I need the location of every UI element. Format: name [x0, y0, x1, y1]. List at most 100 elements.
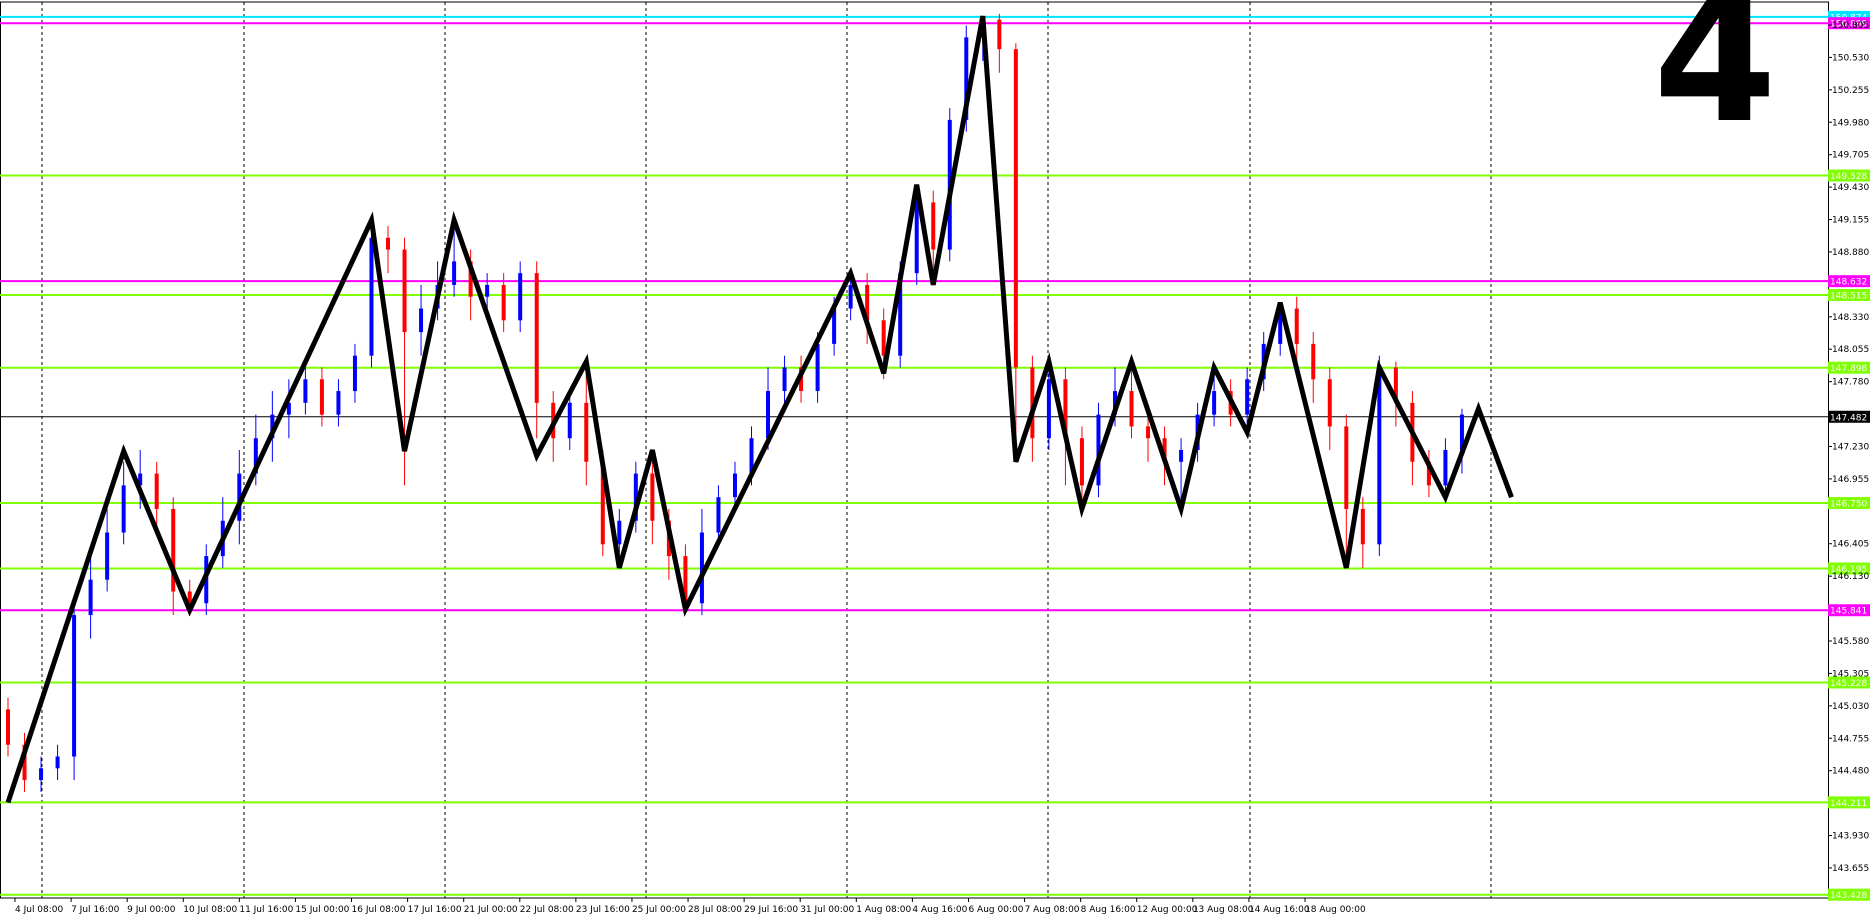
x-tick-label: 8 Aug 16:00 [1081, 905, 1136, 915]
y-tick-label: 146.130 [1832, 572, 1869, 582]
x-tick-label: 15 Jul 00:00 [295, 905, 349, 915]
candle-body [88, 579, 93, 616]
x-tick-label: 16 Jul 08:00 [352, 905, 406, 915]
candle-body [1245, 379, 1250, 415]
price-axis: 150.874150.899149.528148.632148.515147.8… [1828, 10, 1870, 901]
candle-body [485, 284, 490, 297]
chart-window: 150.874150.899149.528148.632148.515147.8… [0, 0, 1870, 917]
candle-body [931, 202, 936, 250]
candle-body [419, 308, 424, 333]
y-tick-label: 146.955 [1832, 475, 1869, 485]
candle-body [1294, 308, 1299, 344]
y-tick-label: 149.430 [1832, 183, 1869, 193]
candle-body [55, 756, 60, 769]
x-tick-label: 4 Jul 08:00 [15, 905, 64, 915]
price-tag-label: 147.898 [1830, 364, 1867, 374]
candle-body [1046, 379, 1051, 439]
x-tick-label: 31 Jul 00:00 [800, 905, 854, 915]
candle-body [1443, 450, 1448, 486]
candle-body [617, 520, 622, 545]
candle-body [1360, 508, 1365, 545]
x-tick-label: 12 Aug 00:00 [1137, 905, 1198, 915]
candle-body [1344, 426, 1349, 509]
candle-body [1311, 343, 1316, 380]
y-tick-label: 144.755 [1832, 734, 1869, 744]
y-tick-label: 149.155 [1832, 216, 1869, 226]
candle-body [369, 237, 374, 356]
candle-body [584, 402, 589, 462]
y-tick-label: 150.255 [1832, 86, 1869, 96]
candle-body [386, 237, 391, 250]
price-tag-label: 143.428 [1830, 891, 1867, 901]
candle-body [567, 402, 572, 439]
candle-body [716, 497, 721, 533]
candle-body [501, 284, 506, 321]
x-tick-label: 14 Aug 16:00 [1249, 905, 1310, 915]
x-tick-label: 1 Aug 08:00 [856, 905, 911, 915]
candle-body [1377, 367, 1382, 545]
y-tick-label: 145.030 [1832, 702, 1869, 712]
x-tick-label: 10 Jul 08:00 [183, 905, 237, 915]
candle-body [352, 355, 357, 392]
candle-body [1146, 426, 1151, 439]
candle-body [650, 473, 655, 521]
candle-body [72, 615, 77, 757]
x-tick-label: 22 Jul 08:00 [520, 905, 574, 915]
y-tick-label: 148.880 [1832, 248, 1869, 258]
candle-body [154, 473, 159, 509]
candle-body [534, 273, 539, 403]
price-chart[interactable]: 150.874150.899149.528148.632148.515147.8… [0, 0, 1870, 917]
price-tag-label: 148.515 [1830, 291, 1867, 301]
y-tick-label: 145.580 [1832, 637, 1869, 647]
grid [0, 1, 1829, 899]
corner-label: 4 [1653, 0, 1777, 162]
x-tick-label: 23 Jul 16:00 [576, 905, 630, 915]
x-tick-label: 6 Aug 00:00 [968, 905, 1023, 915]
candle-body [1013, 49, 1018, 368]
y-tick-label: 143.655 [1832, 864, 1869, 874]
candle-body [452, 261, 457, 285]
candle-body [6, 709, 10, 745]
x-tick-label: 11 Jul 16:00 [239, 905, 293, 915]
candle-body [815, 343, 820, 392]
y-tick-label: 150.530 [1832, 53, 1869, 63]
zigzag-overlay [5, 15, 1514, 804]
plot-frame [0, 1, 1829, 899]
candle-body [303, 379, 308, 403]
x-tick-label: 7 Aug 08:00 [1025, 905, 1080, 915]
price-tag-label: 145.228 [1830, 679, 1867, 689]
x-tick-label: 4 Aug 16:00 [912, 905, 967, 915]
y-tick-label: 147.780 [1832, 378, 1869, 388]
y-tick-label: 144.480 [1832, 767, 1869, 777]
time-axis: 4 Jul 08:00 7 Jul 16:00 9 Jul 00:00 10 Jul … [14, 898, 1366, 915]
candle-body [518, 273, 523, 321]
y-tick-label: 148.055 [1832, 345, 1869, 355]
price-tag-label: 148.632 [1830, 278, 1867, 288]
y-tick-label: 147.230 [1832, 442, 1869, 452]
candle-body [766, 391, 771, 439]
price-tag-label: 149.528 [1830, 172, 1867, 182]
candle-body [1079, 438, 1084, 486]
candle-body [39, 768, 44, 781]
y-tick-label: 143.930 [1832, 832, 1869, 842]
y-tick-label: 149.705 [1832, 151, 1869, 161]
candle-body [881, 320, 886, 356]
candle-body [997, 19, 1002, 50]
x-tick-label: 29 Jul 16:00 [744, 905, 798, 915]
candle-body [1212, 391, 1217, 415]
x-tick-label: 9 Jul 00:00 [127, 905, 176, 915]
x-tick-label: 25 Jul 00:00 [632, 905, 686, 915]
candle-body [782, 367, 787, 392]
candle-body [336, 391, 341, 415]
candle-body [402, 249, 407, 333]
x-tick-label: 28 Jul 08:00 [688, 905, 742, 915]
candle-body [319, 379, 324, 415]
candle-body [105, 532, 110, 580]
x-tick-label: 18 Aug 00:00 [1305, 905, 1366, 915]
candle-body [848, 284, 853, 309]
x-tick-label: 7 Jul 16:00 [71, 905, 120, 915]
x-tick-label: 13 Aug 08:00 [1193, 905, 1254, 915]
y-tick-label: 146.405 [1832, 540, 1869, 550]
price-tag-label: 145.841 [1830, 607, 1867, 617]
y-tick-label: 145.305 [1832, 669, 1869, 679]
